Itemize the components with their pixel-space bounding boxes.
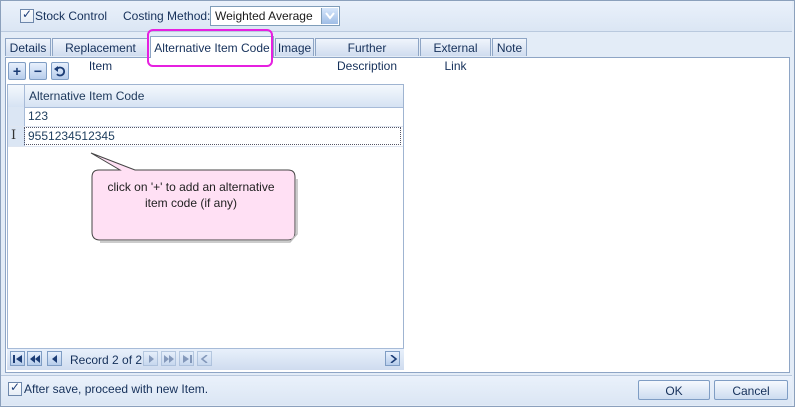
next-icon [149,355,154,363]
tab-external-link[interactable]: External Link [420,38,491,73]
alternative-code-grid: Alternative Item Code 123 I 955123451234… [7,84,404,369]
tab-note[interactable]: Note [492,38,527,56]
after-save-label: After save, proceed with new Item. [24,382,209,396]
top-options-bar [1,1,792,32]
add-row-button[interactable]: + [8,62,26,80]
edit-cursor-icon: I [11,128,17,143]
grid-cell[interactable]: 9551234512345 [28,129,115,143]
chevron-down-icon[interactable] [321,8,338,24]
table-row[interactable]: I 9551234512345 [8,127,403,147]
tab-further-description[interactable]: Further Description [315,38,419,73]
stock-control-label: Stock Control [35,9,108,23]
stock-control-checkbox[interactable] [20,7,34,23]
last-icon [183,355,192,363]
tab-replacement-item[interactable]: Replacement Item [52,38,149,73]
costing-method-label: Costing Method: [123,9,211,23]
row-indicator[interactable]: I [8,127,25,146]
last-record-button[interactable] [179,351,194,366]
fast-forward-icon [164,355,174,363]
row-indicator[interactable] [8,107,25,126]
first-record-button[interactable] [10,351,25,366]
after-save-checkbox[interactable] [8,380,22,396]
tab-details[interactable]: Details [5,38,51,56]
grid-header: Alternative Item Code [8,85,403,108]
callout-line-1: click on '+' to add an alternative [107,180,275,194]
costing-method-select[interactable]: Weighted Average [210,6,340,26]
next-page-button[interactable] [161,351,176,366]
undo-button[interactable] [51,62,69,80]
cancel-button[interactable]: Cancel [714,380,788,400]
chevron-left-icon [200,355,208,363]
costing-method-value: Weighted Average [215,9,313,23]
scroll-left-button[interactable] [197,351,212,366]
chevron-right-icon [390,355,398,363]
tab-alternative-item-code[interactable]: Alternative Item Code [150,36,274,58]
callout-text: click on '+' to add an alternative item … [95,179,287,211]
scroll-right-button[interactable] [385,351,400,366]
prev-icon [52,355,57,363]
record-navigator: Record 2 of 2 [7,348,404,370]
undo-icon [54,66,66,77]
minus-icon: − [33,63,43,79]
plus-icon: + [12,63,22,79]
rewind-icon [30,355,40,363]
record-counter: Record 2 of 2 [70,353,143,367]
previous-record-button[interactable] [47,351,62,366]
grid-cell[interactable]: 123 [28,109,48,123]
remove-row-button[interactable]: − [29,62,47,80]
next-record-button[interactable] [143,351,158,366]
first-icon [13,355,22,363]
callout-line-2: item code (if any) [144,196,238,210]
tab-image[interactable]: Image [275,38,314,56]
table-row[interactable]: 123 [8,107,403,127]
previous-page-button[interactable] [27,351,42,366]
column-header-alternative-item-code[interactable]: Alternative Item Code [29,89,144,103]
ok-button[interactable]: OK [638,380,710,400]
grid-header-indicator [8,85,25,107]
